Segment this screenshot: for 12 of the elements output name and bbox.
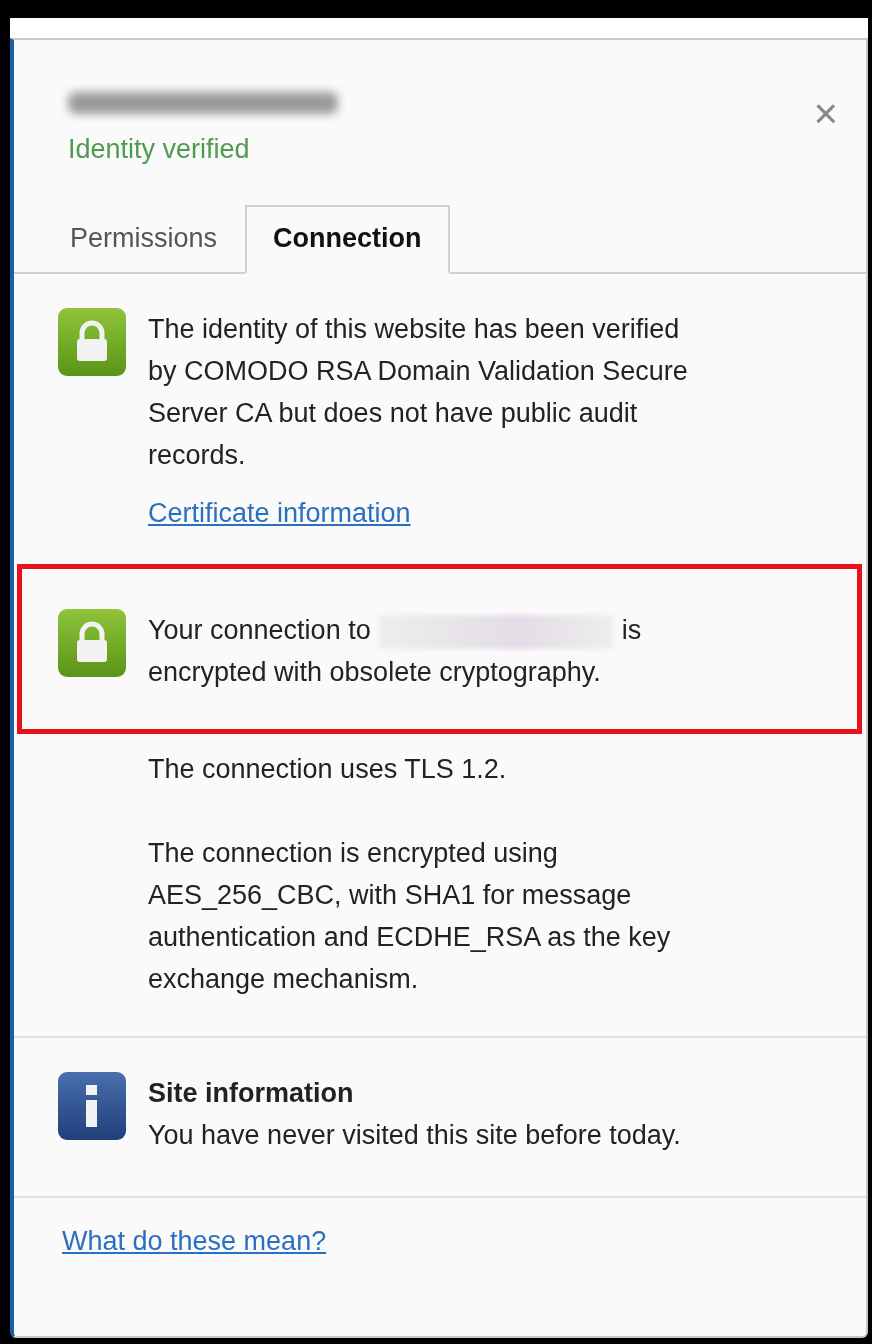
site-info-title: Site information: [148, 1077, 355, 1110]
connection-detail: The connection uses TLS 1.2.: [148, 753, 508, 786]
encryption-warning: Your connection to is encrypted with obsolete cryptography.: [148, 613, 643, 689]
help-link[interactable]: What do these mean?: [62, 1226, 327, 1256]
certificate-link[interactable]: Certificate information: [148, 492, 411, 534]
connection-detail: The connection is encrypted using AES_256_CBC, with SHA1 for message authentication and ECDHE_RSA as the key exchange mechanism.: [148, 837, 672, 996]
identity-status: Identity verified: [68, 134, 251, 165]
site-info-text: You have never visited this site before today.: [148, 1119, 682, 1152]
tab[interactable]: Connection: [245, 205, 450, 274]
identity-description: The identity of this website has been verified by COMODO RSA Domain Validation Secure Server CA but does not have public audit records.: [148, 313, 689, 472]
tab[interactable]: Permissions: [68, 205, 246, 274]
close-button[interactable]: ×: [813, 92, 838, 136]
